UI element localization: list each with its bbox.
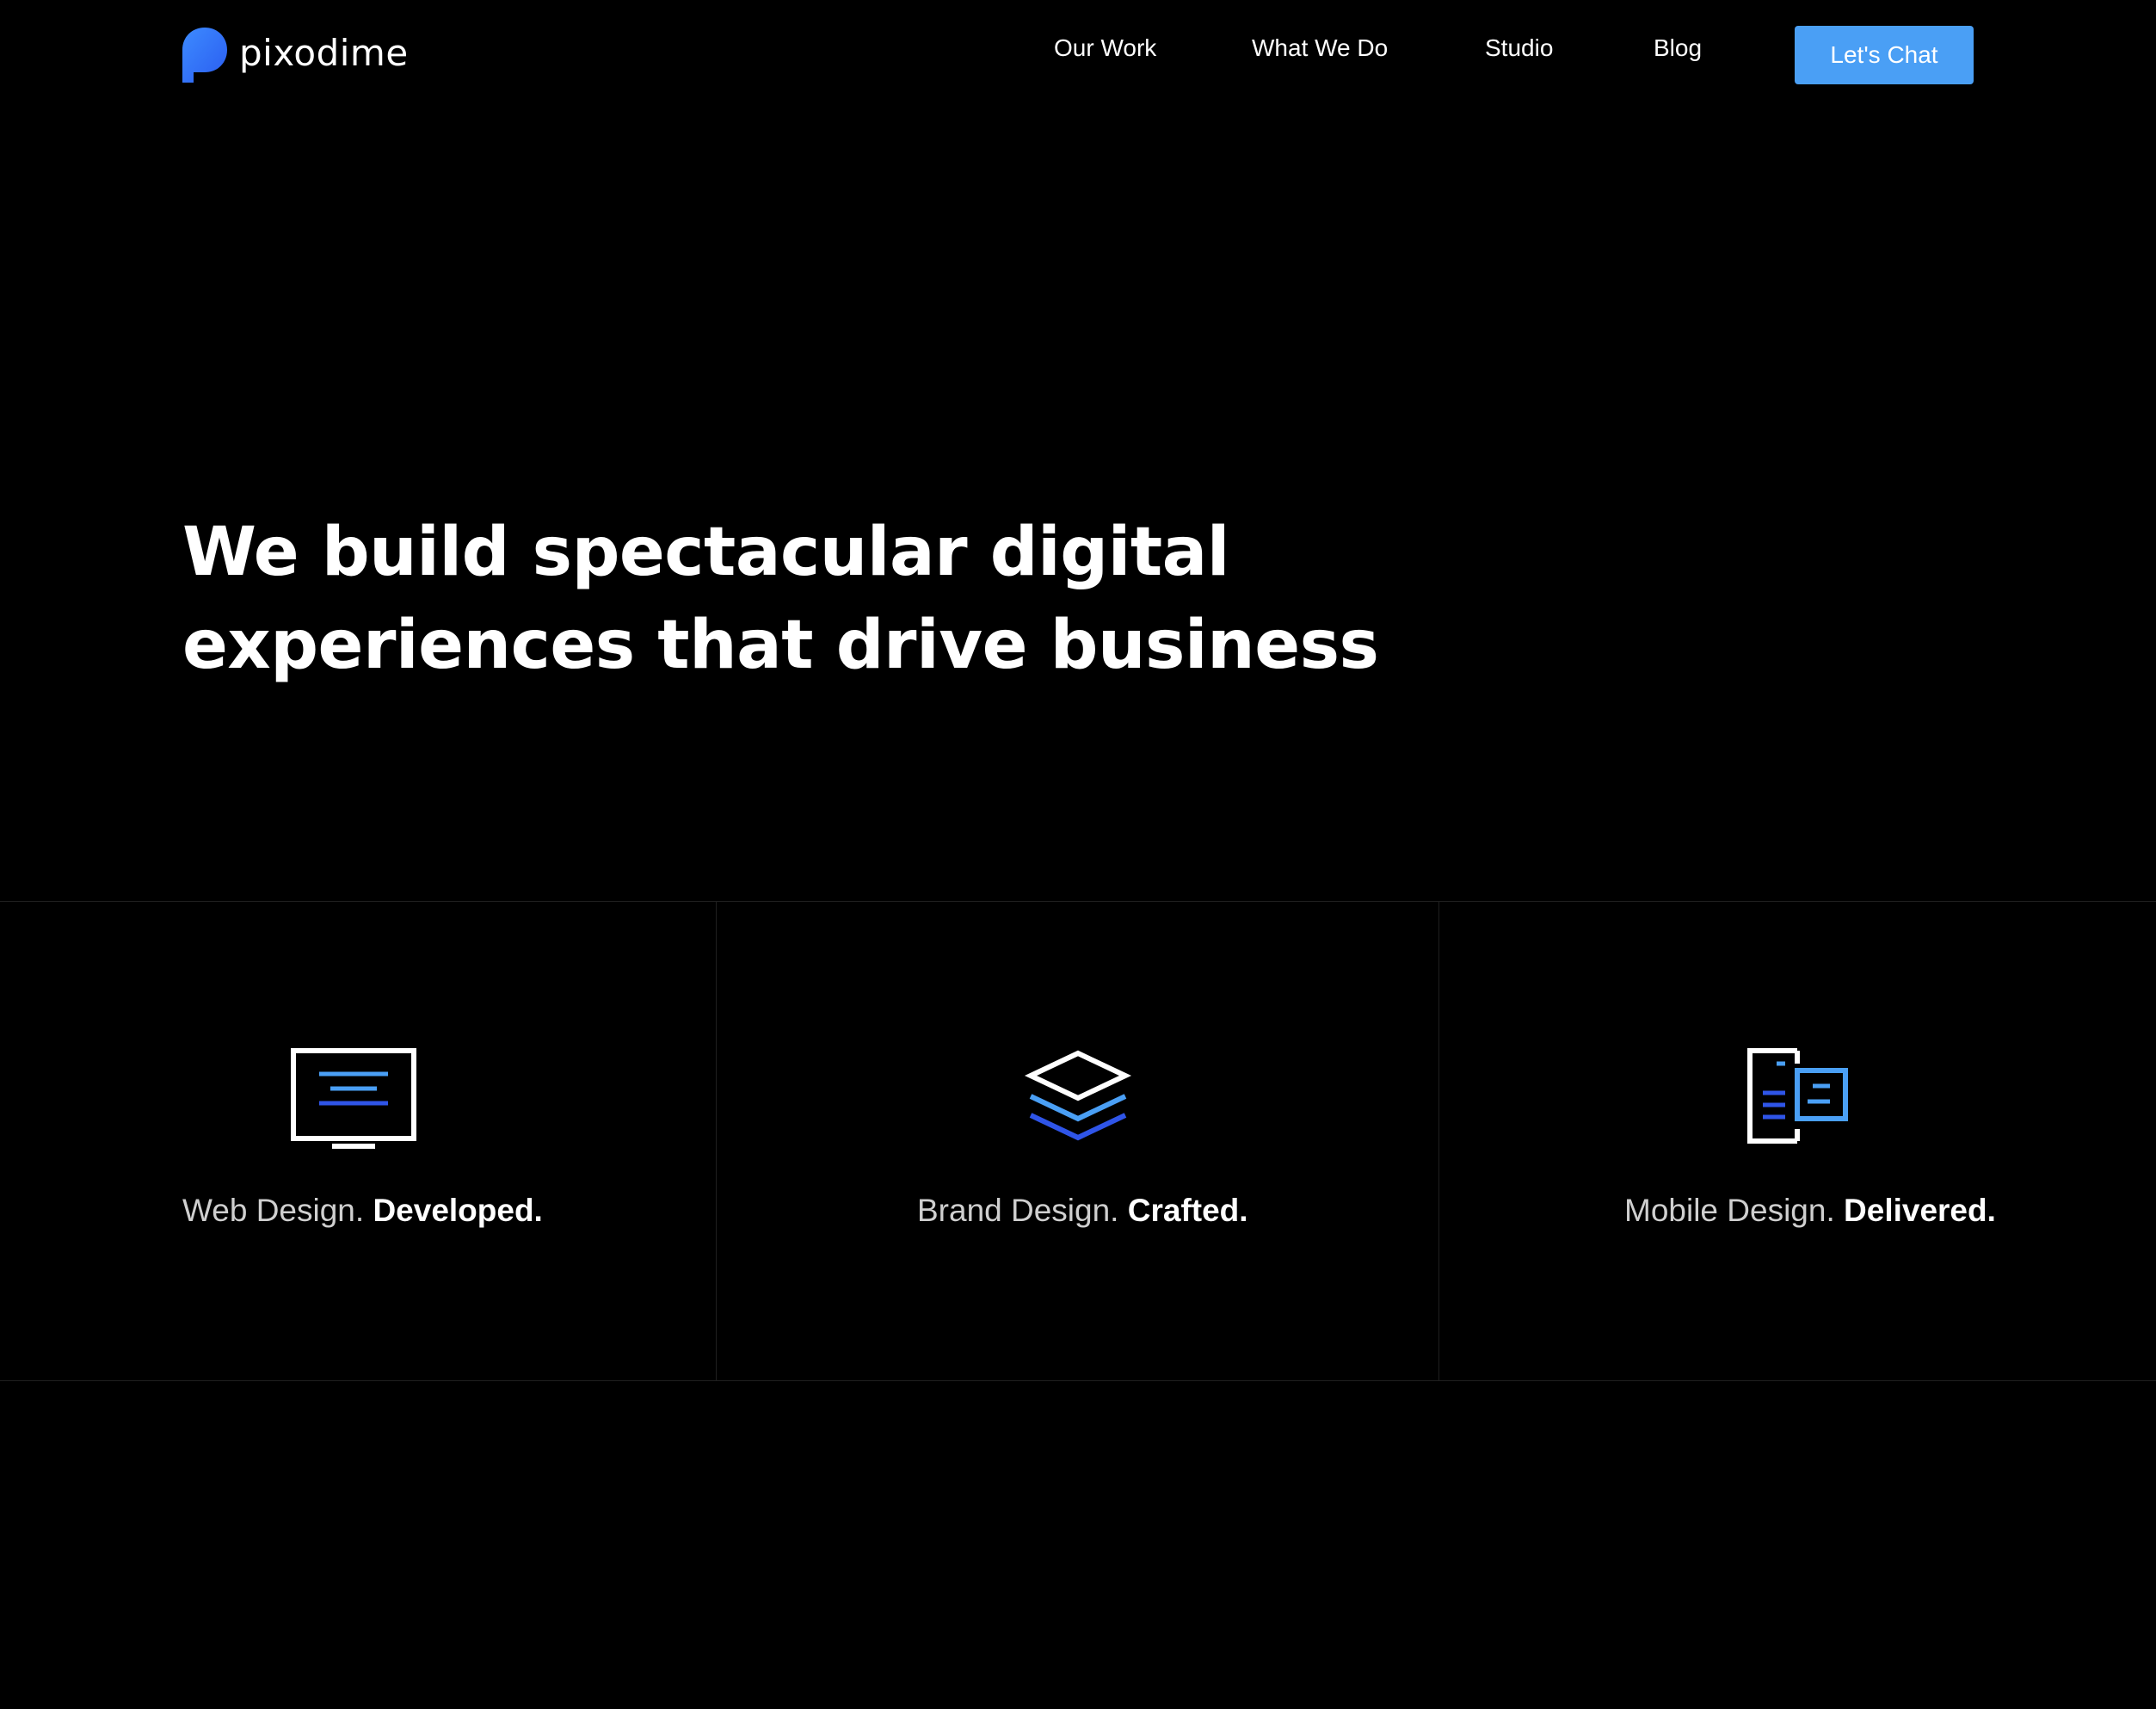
service-emphasis: Crafted. <box>1127 1193 1248 1228</box>
pixodime-logo-icon <box>182 28 227 83</box>
nav-blog[interactable]: Blog <box>1654 34 1702 62</box>
service-web-design[interactable]: Web Design. Developed. <box>0 902 717 1380</box>
nav-our-work[interactable]: Our Work <box>1054 34 1156 62</box>
service-name: Brand Design. <box>917 1193 1119 1228</box>
service-brand-design[interactable]: Brand Design. Crafted. <box>717 902 1439 1380</box>
service-emphasis: Developed. <box>373 1193 543 1228</box>
hero-headline-line-2: experiences that drive business <box>182 607 1379 684</box>
service-name: Mobile Design. <box>1624 1193 1835 1228</box>
monitor-icon <box>291 1048 416 1149</box>
service-mobile-design[interactable]: Mobile Design. Delivered. <box>1439 902 2156 1380</box>
logo-link[interactable]: pixodime <box>182 28 409 83</box>
page: pixodime Our Work What We Do Studio Blog… <box>0 0 2156 1709</box>
services-section: Web Design. Developed. Brand Design. Cra… <box>0 901 2156 1381</box>
nav-what-we-do[interactable]: What We Do <box>1252 34 1388 62</box>
service-label-web-design: Web Design. Developed. <box>182 1193 543 1229</box>
logo-wordmark: pixodime <box>239 32 409 74</box>
service-emphasis: Delivered. <box>1844 1193 1996 1228</box>
site-header: pixodime Our Work What We Do Studio Blog… <box>0 0 2156 110</box>
layers-icon <box>1024 1050 1132 1141</box>
service-label-brand-design: Brand Design. Crafted. <box>917 1193 1248 1229</box>
lets-chat-button[interactable]: Let's Chat <box>1795 26 1974 84</box>
mobile-devices-icon <box>1747 1048 1848 1144</box>
service-name: Web Design. <box>182 1193 365 1228</box>
service-label-mobile-design: Mobile Design. Delivered. <box>1624 1193 1996 1229</box>
hero-headline: We build spectacular digital experiences… <box>182 506 1473 692</box>
hero-headline-line-1: We build spectacular digital <box>182 514 1230 591</box>
nav-studio[interactable]: Studio <box>1485 34 1553 62</box>
